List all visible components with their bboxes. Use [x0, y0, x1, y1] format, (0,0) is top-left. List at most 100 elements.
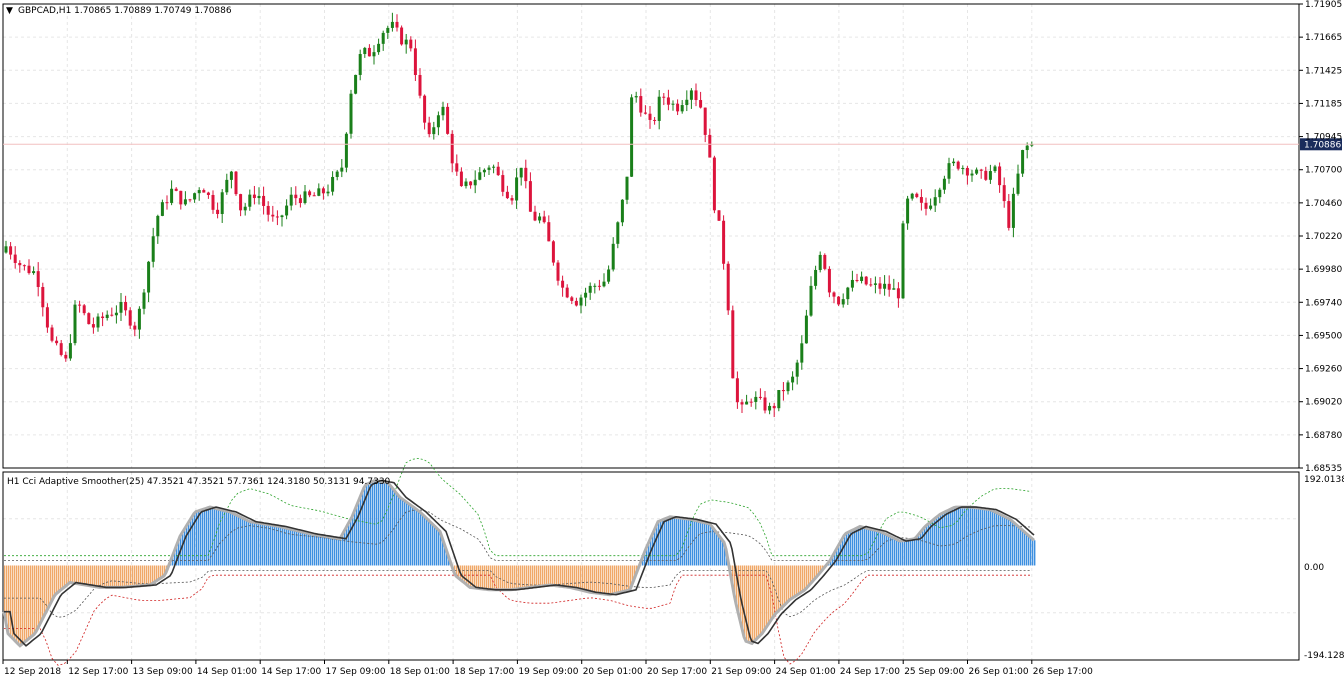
bull-candle[interactable] — [892, 288, 896, 290]
bull-candle[interactable] — [630, 97, 634, 177]
trading-chart[interactable]: 1.70886 1.719051.716651.714251.711851.70… — [0, 0, 1344, 682]
bull-candle[interactable] — [611, 243, 615, 270]
bull-candle[interactable] — [988, 171, 992, 180]
bear-candle[interactable] — [639, 96, 643, 113]
bear-candle[interactable] — [542, 216, 546, 223]
bull-candle[interactable] — [804, 315, 808, 344]
bull-candle[interactable] — [795, 362, 799, 377]
bear-candle[interactable] — [699, 100, 703, 108]
bull-candle[interactable] — [285, 205, 289, 216]
bear-candle[interactable] — [565, 287, 569, 298]
bear-candle[interactable] — [919, 197, 923, 203]
bear-candle[interactable] — [188, 199, 192, 201]
bull-candle[interactable] — [947, 163, 951, 179]
bear-candle[interactable] — [266, 205, 270, 215]
bull-candle[interactable] — [791, 376, 795, 383]
bear-candle[interactable] — [367, 47, 371, 57]
bull-candle[interactable] — [354, 74, 358, 94]
bull-candle[interactable] — [482, 169, 486, 173]
bull-candle[interactable] — [147, 261, 151, 293]
bull-candle[interactable] — [786, 382, 790, 392]
bear-candle[interactable] — [887, 283, 891, 290]
bear-candle[interactable] — [597, 285, 601, 287]
bull-candle[interactable] — [620, 199, 624, 223]
bear-candle[interactable] — [740, 402, 744, 405]
bear-candle[interactable] — [533, 211, 537, 221]
bull-candle[interactable] — [910, 193, 914, 199]
bear-candle[interactable] — [561, 280, 565, 288]
bear-candle[interactable] — [547, 222, 551, 242]
bear-candle[interactable] — [87, 313, 91, 325]
bear-candle[interactable] — [712, 157, 716, 211]
bull-candle[interactable] — [344, 133, 348, 168]
bull-candle[interactable] — [487, 167, 491, 170]
bear-candle[interactable] — [298, 198, 302, 204]
bear-candle[interactable] — [726, 263, 730, 311]
bear-candle[interactable] — [211, 194, 215, 210]
bear-candle[interactable] — [27, 265, 31, 274]
bull-candle[interactable] — [685, 99, 689, 106]
bull-candle[interactable] — [381, 32, 385, 44]
bull-candle[interactable] — [436, 115, 440, 128]
bear-candle[interactable] — [956, 161, 960, 169]
bear-candle[interactable] — [78, 304, 82, 306]
bull-candle[interactable] — [404, 39, 408, 45]
bear-candle[interactable] — [133, 325, 137, 330]
bear-candle[interactable] — [781, 390, 785, 392]
bull-candle[interactable] — [303, 191, 307, 204]
bear-candle[interactable] — [855, 279, 859, 282]
bull-candle[interactable] — [961, 167, 965, 169]
bull-candle[interactable] — [777, 390, 781, 409]
bull-candle[interactable] — [1021, 150, 1025, 174]
bull-candle[interactable] — [814, 269, 818, 286]
bear-candle[interactable] — [216, 209, 220, 215]
bear-candle[interactable] — [395, 21, 399, 28]
bull-candle[interactable] — [671, 103, 675, 105]
bull-candle[interactable] — [846, 287, 850, 300]
bear-candle[interactable] — [50, 327, 54, 341]
bull-candle[interactable] — [850, 279, 854, 288]
bear-candle[interactable] — [312, 195, 316, 197]
bear-candle[interactable] — [423, 95, 427, 123]
bear-candle[interactable] — [202, 190, 206, 193]
bear-candle[interactable] — [648, 113, 652, 120]
bear-candle[interactable] — [427, 122, 431, 135]
bull-candle[interactable] — [372, 52, 376, 57]
bear-candle[interactable] — [528, 181, 532, 212]
bear-candle[interactable] — [827, 268, 831, 293]
bull-candle[interactable] — [193, 193, 197, 200]
bull-candle[interactable] — [432, 127, 436, 135]
bull-candle[interactable] — [335, 171, 339, 177]
bear-candle[interactable] — [308, 191, 312, 196]
bull-candle[interactable] — [105, 314, 109, 319]
bear-candle[interactable] — [469, 181, 473, 186]
bear-candle[interactable] — [496, 166, 500, 176]
bull-candle[interactable] — [170, 188, 174, 203]
bull-candle[interactable] — [616, 222, 620, 244]
bull-candle[interactable] — [386, 27, 390, 33]
bull-candle[interactable] — [114, 312, 118, 316]
bear-candle[interactable] — [165, 202, 169, 204]
bear-candle[interactable] — [446, 106, 450, 134]
bear-candle[interactable] — [662, 96, 666, 98]
bear-candle[interactable] — [869, 284, 873, 286]
bear-candle[interactable] — [459, 171, 463, 187]
bull-candle[interactable] — [142, 292, 146, 309]
bear-candle[interactable] — [694, 90, 698, 101]
bull-candle[interactable] — [280, 215, 284, 218]
bull-candle[interactable] — [768, 405, 772, 411]
bull-candle[interactable] — [119, 301, 123, 313]
bull-candle[interactable] — [317, 188, 321, 196]
bear-candle[interactable] — [837, 296, 841, 305]
bear-candle[interactable] — [703, 107, 707, 135]
bull-candle[interactable] — [289, 194, 293, 206]
bull-candle[interactable] — [1025, 145, 1029, 151]
bull-candle[interactable] — [588, 285, 592, 293]
bull-candle[interactable] — [883, 283, 887, 289]
bear-candle[interactable] — [321, 188, 325, 194]
bear-candle[interactable] — [418, 74, 422, 96]
bear-candle[interactable] — [294, 194, 298, 199]
bull-candle[interactable] — [73, 304, 77, 344]
bear-candle[interactable] — [505, 191, 509, 199]
bear-candle[interactable] — [708, 134, 712, 158]
